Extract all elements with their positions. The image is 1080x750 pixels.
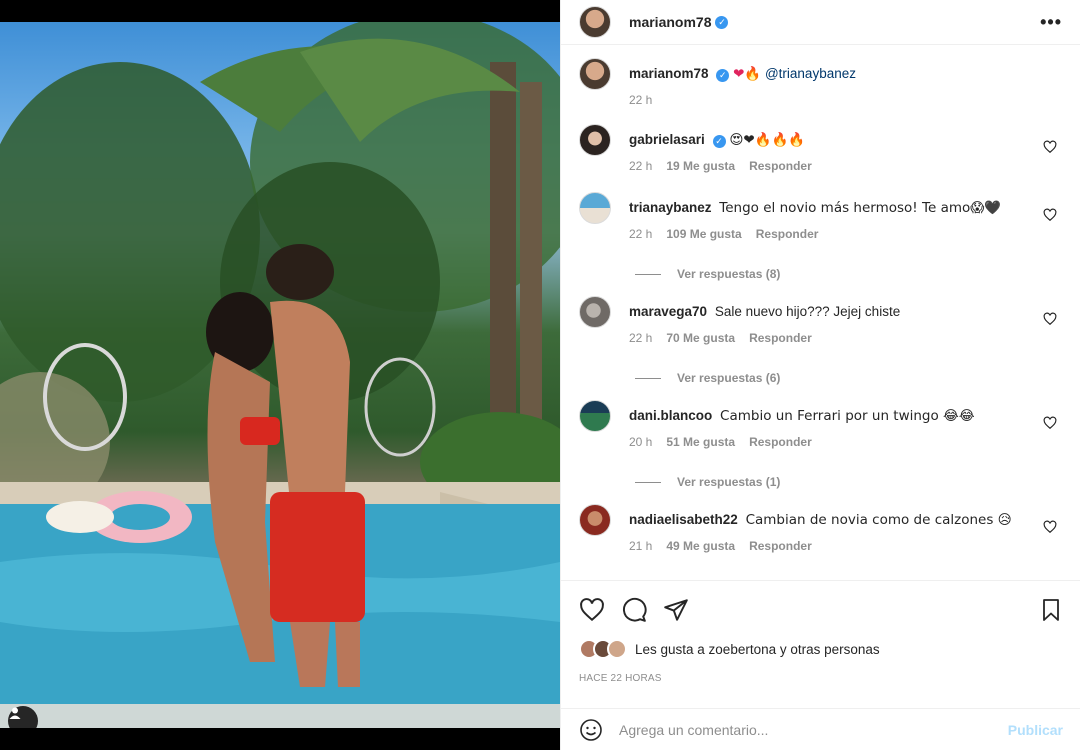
view-replies-button[interactable]: Ver respuestas (8) [635,267,1063,281]
view-replies-label: Ver respuestas (1) [677,475,781,489]
comment-likes[interactable]: 51 Me gusta [666,433,735,451]
comment-text: Tengo el novio más hermoso! Te amo😱🖤 [719,200,1002,216]
save-bookmark-icon[interactable] [1039,598,1063,622]
comment-reply-button[interactable]: Responder [756,225,819,243]
caption-avatar[interactable] [579,58,611,90]
add-comment-bar: Agrega un comentario... Publicar [561,708,1080,750]
comment-likes[interactable]: 19 Me gusta [666,157,735,175]
comment-text: 😍❤🔥🔥🔥 [729,132,806,148]
comments-list[interactable]: marianom78 ✓ ❤🔥 @trianaybanez 22 h gabri… [561,58,1080,580]
caption-mention[interactable]: @trianaybanez [765,66,856,81]
comment-text: Sale nuevo hijo??? Jejej chiste [714,304,901,319]
comment-item: maravega70 Sale nuevo hijo??? Jejej chis… [579,296,1063,347]
comment-username[interactable]: maravega70 [629,304,707,319]
comment-thread: dani.blancoo Cambio un Ferrari por un tw… [579,400,1063,504]
share-send-icon[interactable] [663,597,689,623]
comment-reply-button[interactable]: Responder [749,157,812,175]
smiley-icon[interactable] [579,718,603,742]
liker-avatars [579,639,627,659]
like-comment-heart-icon[interactable] [1043,208,1057,222]
author-username[interactable]: marianom78 [629,14,711,30]
author-avatar[interactable] [579,6,611,38]
replies-divider [635,377,661,379]
like-comment-heart-icon[interactable] [1043,140,1057,154]
likes-summary-text[interactable]: Les gusta a zoebertona y otras personas [635,642,880,657]
comment-avatar[interactable] [579,296,611,328]
comment-meta: 22 h 109 Me gusta Responder [629,225,1063,243]
more-options-button[interactable]: ••• [1040,12,1062,33]
liker-avatar [607,639,627,659]
view-replies-button[interactable]: Ver respuestas (6) [635,371,1063,385]
post-timestamp[interactable]: HACE 22 HORAS [579,673,1063,684]
comment-thread: trianaybanez Tengo el novio más hermoso!… [579,192,1063,296]
comment-time[interactable]: 22 h [629,157,652,175]
photo-illustration [0,22,560,728]
post-actions-section: Les gusta a zoebertona y otras personas … [561,580,1080,684]
like-comment-heart-icon[interactable] [1043,312,1057,326]
comment-avatar[interactable] [579,192,611,224]
comment-meta: 22 h 19 Me gusta Responder [629,157,1063,175]
comment-time[interactable]: 20 h [629,433,652,451]
comment-likes[interactable]: 70 Me gusta [666,329,735,347]
like-comment-heart-icon[interactable] [1043,520,1057,534]
caption: marianom78 ✓ ❤🔥 @trianaybanez 22 h [579,58,1063,124]
comment-time[interactable]: 21 h [629,537,652,555]
add-comment-input[interactable]: Agrega un comentario... [619,722,1008,738]
comment-reply-button[interactable]: Responder [749,433,812,451]
comment-likes[interactable]: 109 Me gusta [666,225,741,243]
like-comment-heart-icon[interactable] [1043,416,1057,430]
verified-badge-icon: ✓ [716,69,730,82]
caption-text: ❤🔥 @trianaybanez [733,66,856,82]
post-header: marianom78 ✓ ••• [561,0,1080,45]
caption-username[interactable]: marianom78 [629,66,709,81]
comment-meta: 22 h 70 Me gusta Responder [629,329,1063,347]
comment-likes[interactable]: 49 Me gusta [666,537,735,555]
comment-text: Cambian de novia como de calzones 😥 [745,512,1012,528]
comment-item: nadiaelisabeth22 Cambian de novia como d… [579,504,1063,572]
verified-badge-icon: ✓ [712,135,726,148]
comment-item: dani.blancoo Cambio un Ferrari por un tw… [579,400,1063,451]
comment-avatar[interactable] [579,124,611,156]
comment-username[interactable]: dani.blancoo [629,408,712,423]
action-icons-row [579,595,1063,625]
verified-badge-icon: ✓ [715,15,729,29]
comment-username[interactable]: nadiaelisabeth22 [629,512,738,527]
publish-button[interactable]: Publicar [1008,722,1063,738]
comment-meta: 21 h 49 Me gusta Responder [629,537,1063,555]
tagged-users-button[interactable] [8,706,38,728]
comment-item: trianaybanez Tengo el novio más hermoso!… [579,192,1063,243]
caption-meta: 22 h [629,91,1063,109]
post-photo[interactable] [0,22,560,728]
comment-avatar[interactable] [579,400,611,432]
comment-item: gabrielasari ✓ 😍❤🔥🔥🔥 22 h 19 Me gusta Re… [579,124,1063,192]
comment-reply-button[interactable]: Responder [749,537,812,555]
replies-divider [635,273,661,275]
comment-avatar[interactable] [579,504,611,536]
post-media [0,0,560,750]
user-icon [9,707,21,719]
comment-username[interactable]: trianaybanez [629,200,712,215]
post-side-panel: marianom78 ✓ ••• marianom78 ✓ ❤🔥 @triana… [560,0,1080,750]
view-replies-label: Ver respuestas (6) [677,371,781,385]
comment-time[interactable]: 22 h [629,225,652,243]
comment-reply-button[interactable]: Responder [749,329,812,347]
caption-emojis: ❤🔥 [733,66,762,82]
comment-bubble-icon[interactable] [621,597,647,623]
caption-time[interactable]: 22 h [629,91,652,109]
author-username-row: marianom78 ✓ [629,14,729,30]
like-heart-icon[interactable] [579,597,605,623]
comment-time[interactable]: 22 h [629,329,652,347]
comment-username[interactable]: gabrielasari [629,132,705,147]
view-replies-button[interactable]: Ver respuestas (1) [635,475,1063,489]
comment-thread: maravega70 Sale nuevo hijo??? Jejej chis… [579,296,1063,400]
likes-summary-row[interactable]: Les gusta a zoebertona y otras personas [579,639,1063,659]
comment-text: Cambio un Ferrari por un twingo 😂😂 [720,408,975,424]
instagram-post-view: marianom78 ✓ ••• marianom78 ✓ ❤🔥 @triana… [0,0,1080,750]
view-replies-label: Ver respuestas (8) [677,267,781,281]
comment-meta: 20 h 51 Me gusta Responder [629,433,1063,451]
replies-divider [635,481,661,483]
